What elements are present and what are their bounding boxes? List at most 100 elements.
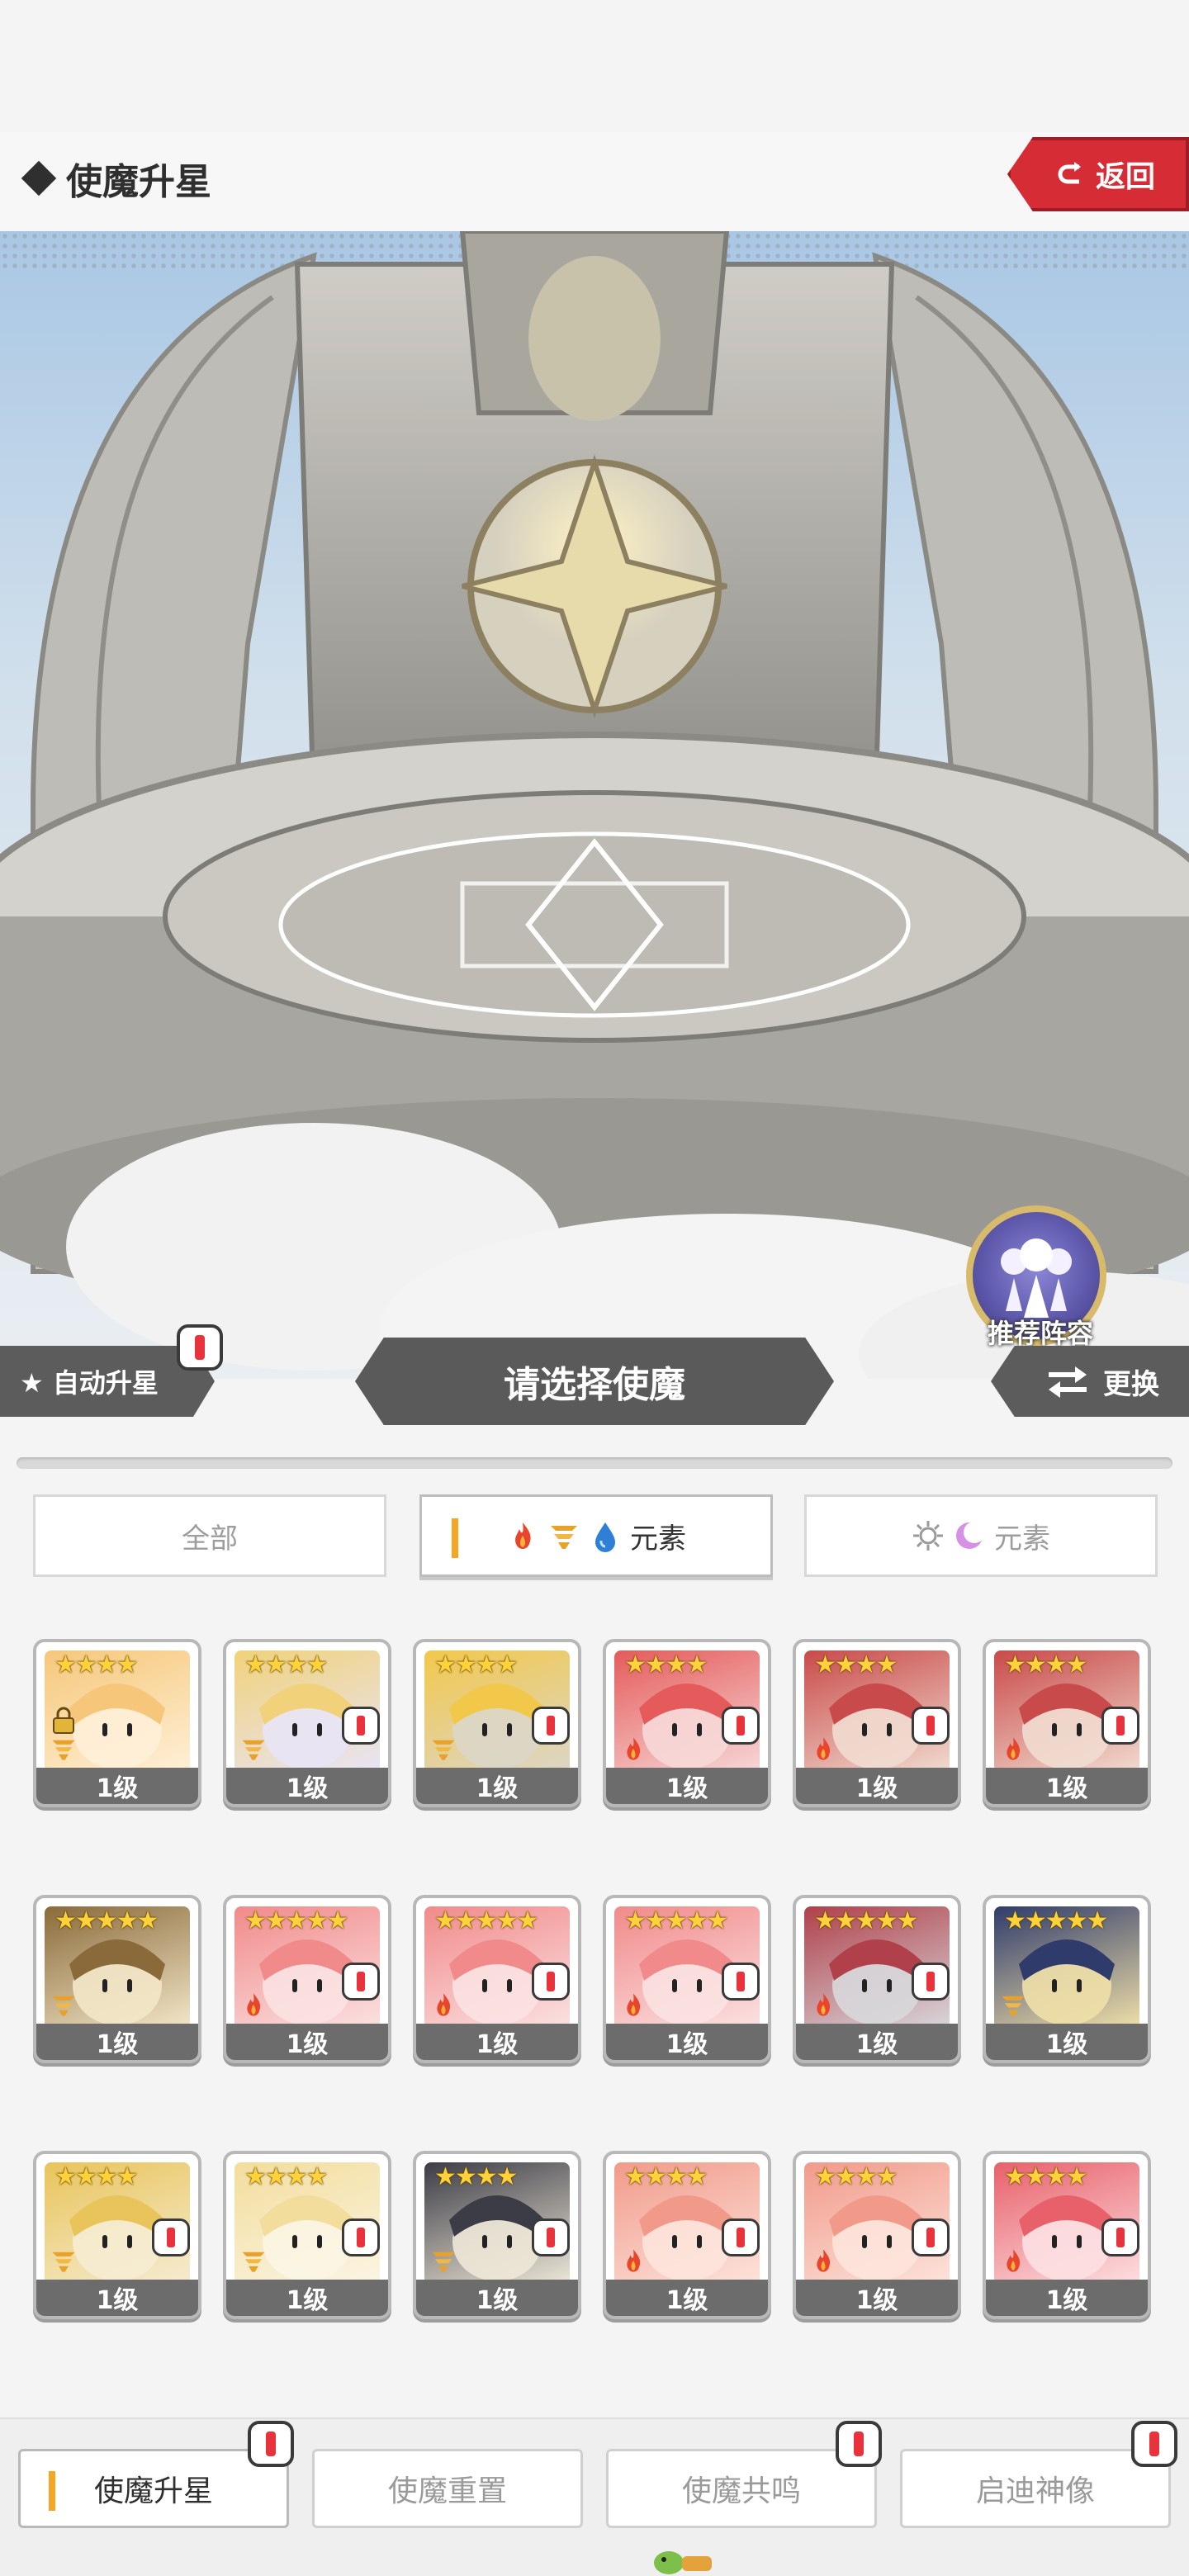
familiar-grid: ★★★★ 1级 ★★★★ 1级 ★★★★ 1级 ★★★★ 1级 ★★★★ 1级 ★★★★ 1…	[33, 1639, 1156, 2319]
alert-icon	[722, 1707, 760, 1745]
level-label: 1级	[606, 2280, 768, 2316]
filter-light-dark-tab[interactable]: 元素	[804, 1494, 1158, 1577]
alert-icon	[912, 1963, 950, 2001]
star-rating: ★★★★	[1004, 1650, 1088, 1679]
level-label: 1级	[416, 2280, 578, 2316]
mascot-icon	[654, 2551, 712, 2574]
star-rating: ★★★★	[54, 1650, 139, 1679]
wind-icon	[432, 2252, 455, 2272]
nav-label: 启迪神像	[975, 2474, 1095, 2508]
auto-upgrade-label: ★ 自动升星	[20, 1367, 159, 1399]
fire-icon	[627, 2249, 641, 2272]
alert-icon	[152, 2218, 190, 2256]
alert-icon	[722, 2218, 760, 2256]
familiar-card[interactable]: ★★★★ 1级	[793, 2151, 961, 2319]
familiar-card[interactable]: ★★★★ 1级	[793, 1639, 961, 1807]
star-rating: ★★★★	[54, 2162, 139, 2191]
fire-icon	[817, 1737, 831, 1760]
familiar-card[interactable]: ★★★★ 1级	[33, 1639, 201, 1807]
filter-all-label: 全部	[182, 1522, 238, 1556]
select-familiar-banner: 请选择使魔	[355, 1338, 834, 1425]
nav-familiar-reset[interactable]: 使魔重置	[312, 2449, 583, 2528]
select-familiar-label: 请选择使魔	[504, 1364, 685, 1406]
familiar-card[interactable]: ★★★★ 1级	[223, 1639, 391, 1807]
light-icon	[913, 1521, 943, 1551]
alert-icon	[912, 1707, 950, 1745]
nav-resonance-alert-icon	[836, 2421, 882, 2467]
swap-button[interactable]: 更换	[991, 1346, 1189, 1417]
familiar-card[interactable]: ★★★★★ 1级	[983, 1895, 1151, 2063]
familiar-card[interactable]: ★★★★★ 1级	[793, 1895, 961, 2063]
wind-icon	[432, 1740, 455, 1760]
level-label: 1级	[796, 2024, 958, 2060]
star-rating: ★★★★★	[814, 1906, 918, 1935]
star-rating: ★★★★★	[54, 1906, 159, 1935]
diamond-icon	[21, 160, 57, 197]
familiar-card[interactable]: ★★★★ 1级	[603, 1639, 771, 1807]
alert-icon	[722, 1963, 760, 2001]
filter-fire-wind-water-tab[interactable]: 元素	[419, 1494, 773, 1577]
fire-icon	[817, 2249, 831, 2272]
swap-label: 更换	[1103, 1367, 1159, 1401]
star-rating: ★★★★	[434, 1650, 519, 1679]
familiar-card[interactable]: ★★★★★ 1级	[223, 1895, 391, 2063]
fire-icon	[1007, 1737, 1021, 1760]
level-label: 1级	[796, 2280, 958, 2316]
star-rating: ★★★★	[624, 1650, 708, 1679]
dark-icon	[956, 1522, 985, 1549]
filter-all-tab[interactable]: 全部	[33, 1494, 386, 1577]
filter-element-label: 元素	[630, 1522, 686, 1556]
familiar-card[interactable]: ★★★★ 1级	[983, 2151, 1151, 2319]
wind-icon	[1002, 1996, 1025, 2016]
familiar-card[interactable]: ★★★★ 1级	[413, 2151, 581, 2319]
level-label: 1级	[226, 2280, 388, 2316]
familiar-card[interactable]: ★★★★ 1级	[413, 1639, 581, 1807]
level-label: 1级	[36, 2280, 198, 2316]
alert-icon	[342, 1963, 380, 2001]
filter-element2-label: 元素	[994, 1522, 1050, 1556]
alert-icon	[1101, 1707, 1139, 1745]
back-button[interactable]: 返回	[1007, 137, 1189, 211]
level-label: 1级	[416, 1768, 578, 1804]
familiar-card[interactable]: ★★★★★ 1级	[33, 1895, 201, 2063]
star-rating: ★★★★★	[624, 1906, 728, 1935]
level-label: 1级	[36, 2024, 198, 2060]
star-rating: ★★★★★	[434, 1906, 538, 1935]
nav-label: 使魔升星	[93, 2474, 213, 2508]
level-label: 1级	[606, 2024, 768, 2060]
familiar-card[interactable]: ★★★★★ 1级	[413, 1895, 581, 2063]
header-bar: 使魔升星 返回	[0, 132, 1189, 231]
nav-upgrade-alert-icon	[248, 2421, 294, 2467]
fire-icon	[627, 1993, 641, 2016]
bottom-nav: 使魔升星 使魔重置 使魔共鸣 启迪神像	[0, 2417, 1189, 2576]
page-title: 使魔升星	[66, 161, 211, 203]
fire-icon	[627, 1737, 641, 1760]
level-label: 1级	[226, 2024, 388, 2060]
level-label: 1级	[986, 1768, 1148, 1804]
star-rating: ★★★★	[624, 2162, 708, 2191]
fire-icon	[817, 1993, 831, 2016]
wind-icon	[242, 2252, 265, 2272]
familiar-card[interactable]: ★★★★ 1级	[33, 2151, 201, 2319]
statue-scene: 推荐阵容	[0, 231, 1189, 1379]
familiar-card[interactable]: ★★★★★ 1级	[603, 1895, 771, 2063]
alert-icon	[532, 1963, 570, 2001]
nav-label: 使魔重置	[387, 2474, 507, 2508]
title-group: 使魔升星	[21, 152, 211, 205]
level-label: 1级	[226, 1768, 388, 1804]
familiar-card[interactable]: ★★★★ 1级	[223, 2151, 391, 2319]
alert-icon	[342, 1707, 380, 1745]
nav-enlighten-statue[interactable]: 启迪神像	[900, 2449, 1171, 2528]
level-label: 1级	[986, 2024, 1148, 2060]
star-rating: ★★★★★	[1004, 1906, 1108, 1935]
active-accent-bar	[452, 1518, 458, 1558]
familiar-card[interactable]: ★★★★ 1级	[983, 1639, 1151, 1807]
fire-icon	[247, 1993, 261, 2016]
level-label: 1级	[416, 2024, 578, 2060]
familiar-card[interactable]: ★★★★ 1级	[603, 2151, 771, 2319]
back-label: 返回	[1095, 160, 1155, 194]
star-rating: ★★★★	[1004, 2162, 1088, 2191]
swap-arrows-icon	[1049, 1366, 1087, 1398]
star-rating: ★★★★	[434, 2162, 519, 2191]
return-arrow-icon	[1058, 162, 1081, 184]
